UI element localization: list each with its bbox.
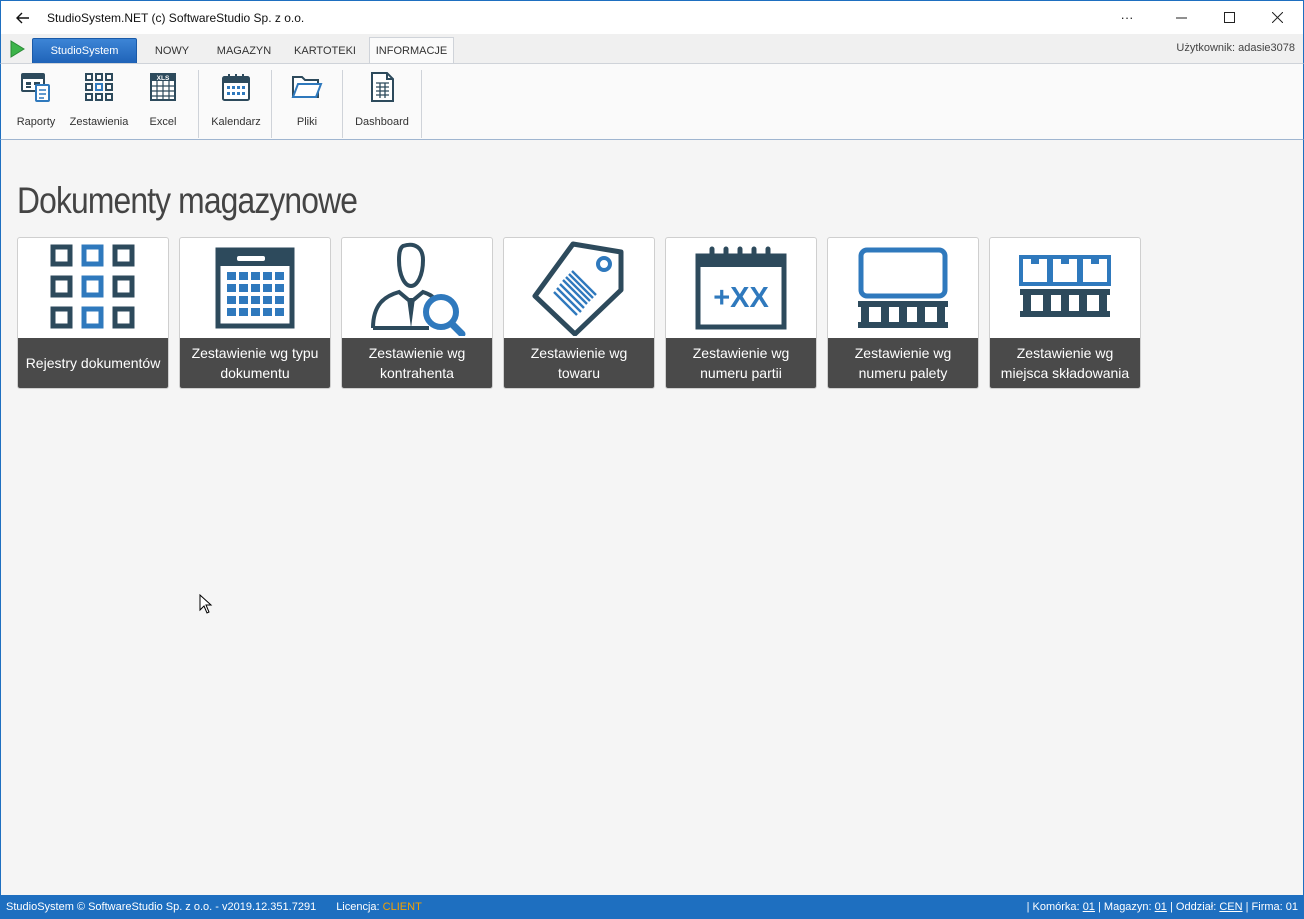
ribbon-tabs: StudioSystem NOWY MAGAZYN KARTOTEKI INFO…	[0, 34, 1304, 64]
more-button[interactable]: ···	[1103, 1, 1151, 35]
kalendarz-label: Kalendarz	[211, 116, 261, 128]
back-button[interactable]	[1, 1, 45, 35]
mouse-cursor-icon	[199, 594, 213, 614]
tile-zestawienie-kontrahenta[interactable]: Zestawienie wg kontrahenta	[341, 237, 493, 389]
tile-rejestry-dokumentow[interactable]: Rejestry dokumentów	[17, 237, 169, 389]
tile-zestawienie-towaru[interactable]: Zestawienie wg towaru	[503, 237, 655, 389]
back-arrow-icon	[16, 12, 29, 23]
price-tag-icon	[532, 241, 624, 336]
raporty-button[interactable]: Raporty	[13, 70, 59, 136]
license-value: CLIENT	[382, 901, 422, 913]
minimize-icon	[1175, 17, 1187, 19]
pallet-icon	[858, 247, 948, 328]
close-icon	[1271, 12, 1283, 23]
copyright-text: StudioSystem © SoftwareStudio Sp. z o.o.…	[6, 901, 317, 913]
tile-label: Zestawienie wg miejsca składowania	[990, 338, 1140, 388]
storage-pallet-icon	[1019, 255, 1111, 317]
ribbon-separator	[198, 70, 199, 138]
pliki-button[interactable]: Pliki	[287, 70, 327, 136]
close-button[interactable]	[1253, 1, 1301, 35]
title-bar: StudioSystem.NET (c) SoftwareStudio Sp. …	[0, 0, 1304, 34]
dashboard-icon	[371, 72, 394, 102]
tile-label: Zestawienie wg towaru	[504, 338, 654, 388]
oddzial-link[interactable]: CEN	[1219, 901, 1242, 913]
dashboard-label: Dashboard	[355, 116, 409, 128]
batch-badge: +XX	[713, 282, 769, 314]
report-icon	[21, 73, 50, 102]
komorka-label: | Komórka:	[1026, 901, 1080, 913]
tile-zestawienie-numeru-partii[interactable]: +XX Zestawienie wg numeru partii	[665, 237, 817, 389]
raporty-label: Raporty	[16, 116, 56, 128]
tab-kartoteki[interactable]: KARTOTEKI	[287, 37, 363, 64]
batch-calendar-icon: +XX	[695, 246, 787, 330]
minimize-button[interactable]	[1157, 1, 1205, 35]
maximize-icon	[1223, 12, 1235, 23]
ribbon-toolbar: Raporty Zestawienia XLS Excel Kalendarz …	[0, 63, 1304, 140]
tile-label: Zestawienie wg kontrahenta	[342, 338, 492, 388]
tile-label: Zestawienie wg numeru partii	[666, 338, 816, 388]
tab-nowy[interactable]: NOWY	[143, 37, 201, 64]
magazyn-label: | Magazyn:	[1098, 901, 1152, 913]
folder-icon	[291, 76, 323, 98]
excel-label: Excel	[149, 116, 177, 128]
tile-zestawienie-miejsca-skladowania[interactable]: Zestawienie wg miejsca składowania	[989, 237, 1141, 389]
grid-icon	[50, 244, 135, 329]
person-search-icon	[371, 242, 466, 336]
ribbon-separator	[342, 70, 343, 138]
window-title: StudioSystem.NET (c) SoftwareStudio Sp. …	[47, 10, 305, 25]
license-info: Licencja: CLIENT	[336, 901, 422, 913]
ribbon-separator	[271, 70, 272, 138]
tab-studiosystem[interactable]: StudioSystem	[32, 38, 137, 64]
oddzial-label: | Oddział:	[1169, 901, 1217, 913]
main-content: Dokumenty magazynowe Rejestry dokumentów	[0, 140, 1304, 895]
page-title: Dokumenty magazynowe	[17, 180, 358, 221]
tile-label: Rejestry dokumentów	[18, 338, 168, 388]
context-info: | Komórka: 01 | Magazyn: 01 | Oddział: C…	[1027, 901, 1298, 913]
excel-button[interactable]: XLS Excel	[141, 70, 185, 136]
maximize-button[interactable]	[1205, 1, 1253, 35]
dashboard-button[interactable]: Dashboard	[355, 70, 409, 136]
excel-icon: XLS	[150, 73, 176, 101]
tile-zestawienie-typu-dokumentu[interactable]: Zestawienie wg typu dokumentu	[179, 237, 331, 389]
firma-label: | Firma: 01	[1245, 901, 1298, 913]
play-icon[interactable]	[9, 40, 25, 58]
tile-zestawienie-numeru-palety[interactable]: Zestawienie wg numeru palety	[827, 237, 979, 389]
calendar-table-icon	[215, 247, 295, 329]
excel-badge: XLS	[157, 75, 170, 82]
grid-icon	[85, 73, 113, 101]
zestawienia-button[interactable]: Zestawienia	[69, 70, 129, 136]
tab-informacje[interactable]: INFORMACJE	[369, 37, 454, 64]
zestawienia-label: Zestawienia	[69, 116, 129, 128]
tile-label: Zestawienie wg typu dokumentu	[180, 338, 330, 388]
magazyn-link[interactable]: 01	[1155, 901, 1167, 913]
user-label: Użytkownik: adasie3078	[1176, 42, 1295, 54]
tab-magazyn[interactable]: MAGAZYN	[207, 37, 281, 64]
tile-label: Zestawienie wg numeru palety	[828, 338, 978, 388]
calendar-icon	[222, 74, 250, 101]
komorka-link[interactable]: 01	[1083, 901, 1095, 913]
status-bar: StudioSystem © SoftwareStudio Sp. z o.o.…	[0, 895, 1304, 919]
license-label: Licencja:	[336, 901, 380, 913]
pliki-label: Pliki	[296, 116, 318, 128]
ribbon-separator	[421, 70, 422, 138]
kalendarz-button[interactable]: Kalendarz	[209, 70, 263, 136]
